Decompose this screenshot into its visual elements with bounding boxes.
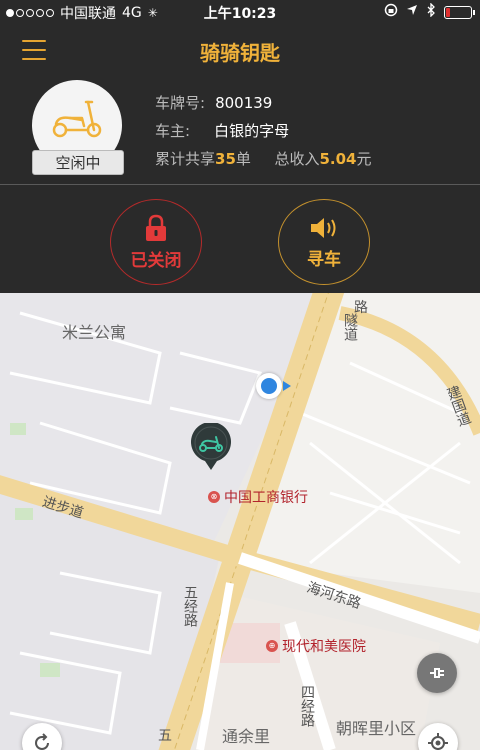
navbar: 骑骑钥匙 bbox=[0, 24, 480, 76]
map-label-sijing: 四经路 bbox=[299, 685, 315, 727]
find-vehicle-label: 寻车 bbox=[307, 249, 341, 270]
heading-arrow-icon bbox=[283, 381, 291, 391]
map-label-suidao: 隧道 bbox=[342, 313, 358, 341]
lock-status-button[interactable]: 已关闭 bbox=[110, 199, 202, 285]
plate-value: 800139 bbox=[215, 94, 273, 112]
owner-value: 白银的字母 bbox=[214, 122, 290, 140]
current-location-marker bbox=[256, 373, 282, 399]
plate-label: 车牌号: bbox=[155, 94, 206, 112]
status-bar: 中国联通 4G ✳ 上午10:23 bbox=[0, 0, 480, 24]
map-label-wu: 五 bbox=[158, 728, 172, 744]
income-value: 5.04 bbox=[319, 150, 357, 168]
share-count: 35 bbox=[215, 150, 236, 168]
bank-poi-icon: ⊗ bbox=[208, 491, 220, 503]
hospital-poi-icon: ⊕ bbox=[266, 640, 278, 652]
map-label-wujing: 五经路 bbox=[182, 585, 198, 627]
page-title: 骑骑钥匙 bbox=[200, 41, 280, 65]
find-vehicle-button[interactable]: 寻车 bbox=[278, 199, 370, 285]
status-right bbox=[384, 2, 475, 21]
speaker-icon bbox=[311, 217, 336, 238]
income-suffix: 元 bbox=[356, 150, 372, 168]
income-prefix: 总收入 bbox=[274, 150, 320, 168]
map-label-hospital: ⊕ 现代和美医院 bbox=[266, 636, 366, 656]
plug-icon bbox=[430, 668, 444, 678]
map-view[interactable]: 米兰公寓 ⊗ 中国工商银行 进步道 海河东路 ⊕ 现代和美医院 五经路 四经路 … bbox=[0, 293, 480, 750]
map-label-milan: 米兰公寓 bbox=[62, 323, 127, 342]
bluetooth-icon bbox=[426, 2, 436, 21]
scooter-icon bbox=[52, 100, 102, 138]
map-roads bbox=[0, 293, 480, 750]
bike-location-pin-icon[interactable] bbox=[190, 423, 232, 471]
lock-status-label: 已关闭 bbox=[130, 250, 182, 271]
share-suffix: 单 bbox=[235, 150, 251, 168]
stats-row: 累计共享35单 总收入5.04元 bbox=[155, 148, 372, 169]
rotation-lock-icon bbox=[384, 3, 398, 21]
share-prefix: 累计共享 bbox=[155, 150, 216, 168]
map-label-bank: ⊗ 中国工商银行 bbox=[208, 487, 308, 507]
lock-icon bbox=[146, 214, 166, 241]
status-badge: 空闲中 bbox=[32, 150, 124, 175]
owner-label: 车主: bbox=[155, 122, 191, 140]
owner-row: 车主: 白银的字母 bbox=[155, 120, 289, 141]
map-label-chaohui: 朝晖里小区 bbox=[336, 719, 417, 738]
battery-icon bbox=[444, 5, 475, 19]
map-label-tongyu: 通余里 bbox=[222, 727, 271, 746]
crosshair-icon bbox=[428, 733, 448, 750]
plate-row: 车牌号: 800139 bbox=[155, 92, 272, 113]
location-arrow-icon bbox=[406, 4, 418, 20]
vehicle-info-panel: 空闲中 车牌号: 800139 车主: 白银的字母 累计共享35单 总收入5.04元 bbox=[0, 76, 480, 184]
refresh-icon bbox=[35, 733, 49, 750]
charging-plug-button[interactable] bbox=[417, 653, 457, 693]
action-row: 已关闭 寻车 bbox=[0, 185, 480, 293]
